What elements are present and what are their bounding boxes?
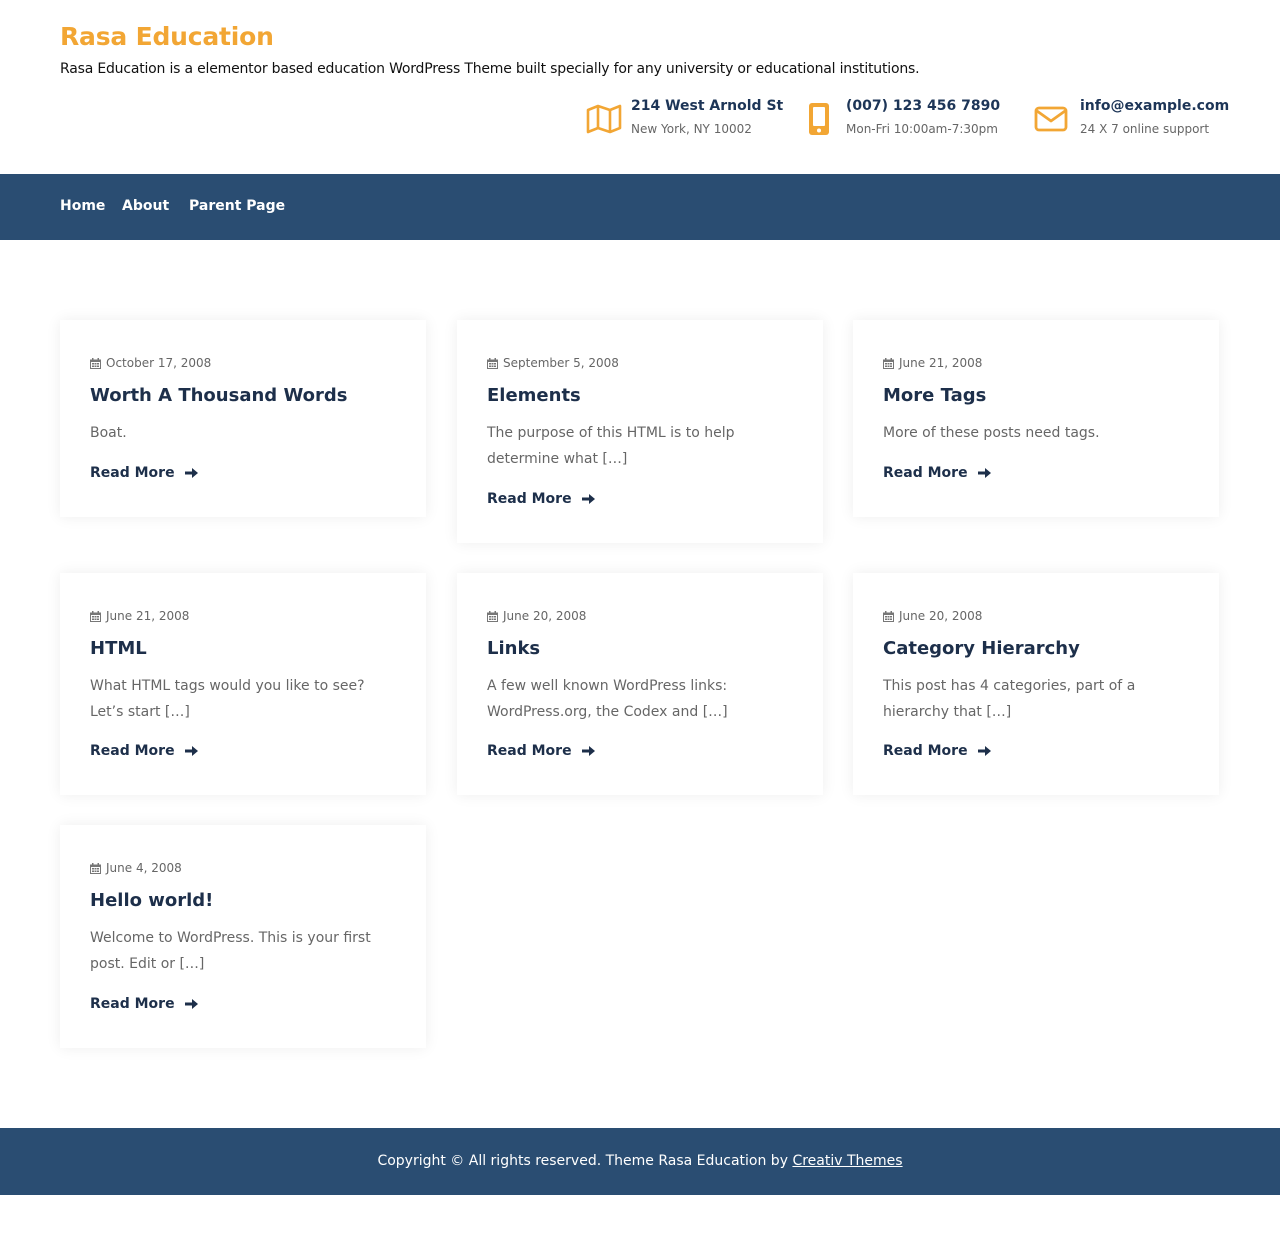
arrow-right-icon — [184, 999, 198, 1009]
copyright-label: Copyright © All rights reserved. Theme R… — [377, 1153, 788, 1169]
contact-email-subtitle: 24 X 7 online support — [1080, 122, 1210, 136]
envelope-icon — [1032, 102, 1070, 136]
post-title[interactable]: HTML — [90, 638, 147, 659]
read-more-label: Read More — [487, 743, 572, 759]
post-date: October 17, 2008 — [90, 356, 211, 370]
mobile-phone-icon — [800, 102, 838, 136]
post-title[interactable]: Hello world! — [90, 890, 213, 911]
nav-item-parent-page[interactable]: Parent Page — [189, 198, 285, 214]
read-more-label: Read More — [90, 465, 175, 481]
read-more-label: Read More — [883, 465, 968, 481]
post-excerpt: Welcome to WordPress. This is your first… — [90, 930, 371, 972]
copyright-text: Copyright © All rights reserved. Theme R… — [0, 1153, 1280, 1169]
post-date-text[interactable]: June 20, 2008 — [503, 609, 586, 623]
contact-address-title: 214 West Arnold St — [631, 98, 784, 114]
nav-item-about[interactable]: About — [122, 198, 169, 214]
read-more-label: Read More — [487, 491, 572, 507]
arrow-right-icon — [581, 494, 595, 504]
read-more-link[interactable]: Read More — [90, 996, 198, 1012]
site-title[interactable]: Rasa Education — [60, 22, 274, 51]
post-card: September 5, 2008 Elements The purpose o… — [457, 320, 823, 543]
post-date-text[interactable]: October 17, 2008 — [106, 356, 211, 370]
post-date: June 21, 2008 — [883, 356, 982, 370]
post-date-text[interactable]: June 21, 2008 — [899, 356, 982, 370]
post-excerpt: What HTML tags would you like to see? Le… — [90, 678, 365, 720]
post-card: June 20, 2008 Links A few well known Wor… — [457, 573, 823, 795]
post-title[interactable]: Elements — [487, 385, 581, 406]
post-date-text[interactable]: June 20, 2008 — [899, 609, 982, 623]
arrow-right-icon — [184, 468, 198, 478]
calendar-icon — [487, 610, 498, 622]
calendar-icon — [90, 357, 101, 369]
post-date-text[interactable]: September 5, 2008 — [503, 356, 619, 370]
calendar-icon — [487, 357, 498, 369]
post-date-text[interactable]: June 21, 2008 — [106, 609, 189, 623]
post-card: October 17, 2008 Worth A Thousand Words … — [60, 320, 426, 517]
post-card: June 21, 2008 More Tags More of these po… — [853, 320, 1219, 517]
site-footer: Copyright © All rights reserved. Theme R… — [0, 1128, 1280, 1195]
post-date: June 20, 2008 — [487, 609, 586, 623]
post-date-text[interactable]: June 4, 2008 — [106, 861, 182, 875]
contact-email: info@example.com 24 X 7 online support — [1032, 96, 1232, 146]
contact-phone-subtitle: Mon-Fri 10:00am-7:30pm — [846, 122, 998, 136]
post-date: June 21, 2008 — [90, 609, 189, 623]
map-icon — [585, 102, 623, 136]
post-card: June 21, 2008 HTML What HTML tags would … — [60, 573, 426, 795]
post-card: June 4, 2008 Hello world! Welcome to Wor… — [60, 825, 426, 1048]
contact-address-subtitle: New York, NY 10002 — [631, 122, 752, 136]
read-more-link[interactable]: Read More — [883, 743, 991, 759]
calendar-icon — [90, 610, 101, 622]
nav-item-home[interactable]: Home — [60, 198, 105, 214]
read-more-link[interactable]: Read More — [90, 465, 198, 481]
post-date: June 20, 2008 — [883, 609, 982, 623]
read-more-link[interactable]: Read More — [90, 743, 198, 759]
main-navigation: Home About Parent Page — [0, 174, 1280, 240]
post-date: September 5, 2008 — [487, 356, 619, 370]
arrow-right-icon — [977, 746, 991, 756]
post-title[interactable]: Category Hierarchy — [883, 638, 1080, 659]
read-more-link[interactable]: Read More — [487, 743, 595, 759]
site-description: Rasa Education is a elementor based educ… — [60, 61, 920, 77]
post-excerpt: More of these posts need tags. — [883, 425, 1100, 441]
post-excerpt: This post has 4 categories, part of a hi… — [883, 678, 1136, 720]
footer-author-link[interactable]: Creativ Themes — [792, 1153, 902, 1169]
read-more-link[interactable]: Read More — [487, 491, 595, 507]
contact-email-title: info@example.com — [1080, 98, 1230, 114]
read-more-label: Read More — [90, 743, 175, 759]
calendar-icon — [90, 862, 101, 874]
post-title[interactable]: Links — [487, 638, 540, 659]
post-title[interactable]: More Tags — [883, 385, 986, 406]
arrow-right-icon — [184, 746, 198, 756]
post-title[interactable]: Worth A Thousand Words — [90, 385, 348, 406]
post-excerpt: A few well known WordPress links: WordPr… — [487, 678, 728, 720]
site-header: Rasa Education Rasa Education is a eleme… — [0, 0, 1280, 174]
read-more-link[interactable]: Read More — [883, 465, 991, 481]
arrow-right-icon — [977, 468, 991, 478]
post-date: June 4, 2008 — [90, 861, 182, 875]
read-more-label: Read More — [883, 743, 968, 759]
arrow-right-icon — [581, 746, 595, 756]
post-card: June 20, 2008 Category Hierarchy This po… — [853, 573, 1219, 795]
calendar-icon — [883, 357, 894, 369]
post-excerpt: The purpose of this HTML is to help dete… — [487, 425, 735, 467]
contact-phone-title: (007) 123 456 7890 — [846, 98, 1001, 114]
contact-address: 214 West Arnold St New York, NY 10002 — [585, 96, 783, 146]
calendar-icon — [883, 610, 894, 622]
post-excerpt: Boat. — [90, 425, 127, 441]
read-more-label: Read More — [90, 996, 175, 1012]
contact-phone: (007) 123 456 7890 Mon-Fri 10:00am-7:30p… — [800, 96, 1010, 146]
